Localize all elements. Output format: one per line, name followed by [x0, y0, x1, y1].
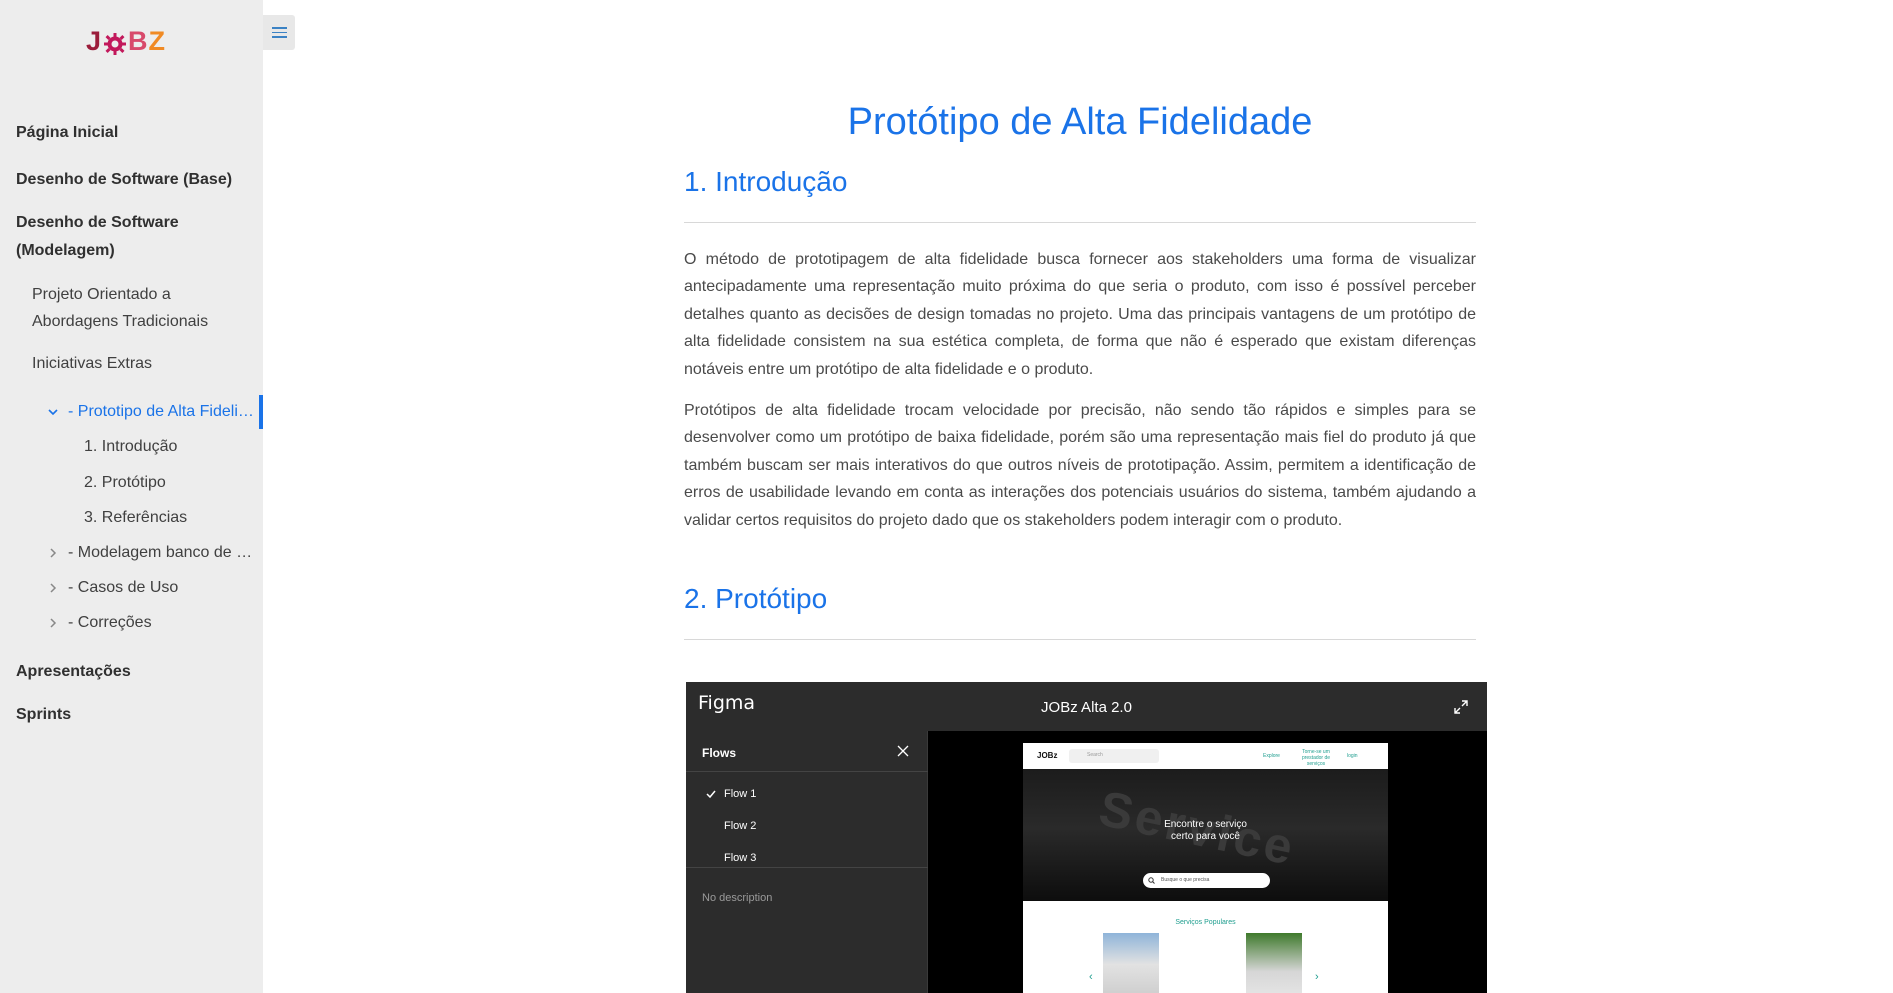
divider	[684, 222, 1476, 223]
jobz-logo[interactable]: J B Z	[86, 24, 166, 58]
hero-search-placeholder: Busque o que precisa	[1161, 877, 1210, 883]
frame-logo: JOBz	[1037, 751, 1058, 760]
flow-description: No description	[702, 892, 773, 904]
prototype-canvas[interactable]: JOBz Search Explore Torne-se um prestado…	[928, 731, 1487, 993]
chevron-right-icon[interactable]	[46, 546, 60, 560]
tree-item-prototipo-alta[interactable]: - Prototipo de Alta Fideli…	[68, 402, 256, 422]
divider	[686, 867, 928, 868]
divider	[686, 771, 928, 772]
logo-letter-b: B	[128, 25, 149, 56]
section-heading-prototipo[interactable]: 2. Protótipo	[684, 583, 827, 615]
divider	[684, 639, 1476, 640]
toc-item-referencias[interactable]: 3. Referências	[84, 508, 187, 528]
hero-search-input[interactable]: Busque o que precisa	[1143, 873, 1270, 888]
service-card-image[interactable]	[1246, 933, 1302, 993]
chevron-right-icon[interactable]	[46, 616, 60, 630]
flow-item[interactable]: Flow 1	[724, 788, 756, 800]
paragraph-intro-1: O método de prototipagem de alta fidelid…	[684, 251, 1476, 378]
section-heading-introducao[interactable]: 1. Introdução	[684, 166, 847, 198]
chevron-down-icon[interactable]	[46, 405, 60, 419]
prototype-frame[interactable]: JOBz Search Explore Torne-se um prestado…	[1023, 743, 1388, 993]
nav-item-sprints[interactable]: Sprints	[16, 701, 71, 729]
popular-services-heading: Serviços Populares	[1175, 919, 1236, 926]
toc-item-introducao[interactable]: 1. Introdução	[84, 437, 177, 457]
toc-item-prototipo[interactable]: 2. Protótipo	[84, 473, 166, 493]
carousel-prev-icon[interactable]: ‹	[1089, 971, 1093, 983]
frame-hero: Service Encontre o serviço certo para vo…	[1023, 769, 1388, 901]
close-icon[interactable]	[896, 744, 910, 758]
tree-item-casos-de-uso[interactable]: - Casos de Uso	[68, 578, 178, 598]
frame-search-placeholder: Search	[1087, 752, 1103, 758]
chevron-right-icon[interactable]	[46, 581, 60, 595]
flows-heading: Flows	[702, 746, 737, 760]
figma-embed[interactable]: Figma JOBz Alta 2.0 Flows Flow 1 Flow 2 …	[686, 682, 1487, 993]
nav-subitem-projeto-orientado[interactable]: Projeto Orientado a Abordagens Tradicion…	[32, 281, 232, 335]
frame-search-input[interactable]: Search	[1069, 749, 1159, 763]
nav-item-desenho-base[interactable]: Desenho de Software (Base)	[16, 166, 232, 194]
flow-item[interactable]: Flow 2	[724, 820, 756, 832]
search-icon	[1148, 877, 1155, 884]
logo-letter-j: J	[86, 25, 103, 56]
figma-file-title: JOBz Alta 2.0	[1041, 699, 1132, 716]
flows-panel: Flows Flow 1 Flow 2 Flow 3 No descriptio…	[686, 731, 928, 993]
active-indicator	[259, 395, 263, 429]
frame-link-explore[interactable]: Explore	[1263, 753, 1280, 759]
sidebar: J B Z Página Inicial Desenho de Software…	[0, 0, 263, 993]
figma-header: Figma JOBz Alta 2.0	[686, 682, 1487, 731]
nav-item-desenho-modelagem[interactable]: Desenho de Software (Modelagem)	[16, 209, 216, 265]
nav-subitem-iniciativas-extras[interactable]: Iniciativas Extras	[32, 350, 152, 377]
tree-item-correcoes[interactable]: - Correções	[68, 613, 152, 633]
service-card-image[interactable]	[1103, 933, 1159, 993]
tree-item-modelagem-banco[interactable]: - Modelagem banco de …	[68, 543, 256, 563]
nav-item-pagina-inicial[interactable]: Página Inicial	[16, 119, 118, 147]
paragraph-intro-2: Protótipos de alta fidelidade trocam vel…	[684, 402, 1476, 529]
flow-item[interactable]: Flow 3	[724, 852, 756, 864]
carousel-next-icon[interactable]: ›	[1315, 971, 1319, 983]
frame-link-prestador[interactable]: Torne-se um prestador de serviços	[1295, 749, 1337, 767]
page-title: Protótipo de Alta Fidelidade	[847, 101, 1313, 143]
gear-icon	[103, 29, 127, 55]
logo-letter-z: Z	[148, 25, 167, 56]
check-icon	[706, 790, 716, 799]
hamburger-icon	[271, 27, 287, 29]
hero-title: Encontre o serviço certo para você	[1164, 819, 1247, 842]
frame-navbar: JOBz Search Explore Torne-se um prestado…	[1023, 743, 1388, 769]
expand-icon[interactable]	[1453, 699, 1469, 715]
nav-item-apresentacoes[interactable]: Apresentações	[16, 658, 131, 686]
frame-link-login[interactable]: login	[1347, 753, 1358, 759]
menu-toggle-button[interactable]	[263, 15, 295, 50]
